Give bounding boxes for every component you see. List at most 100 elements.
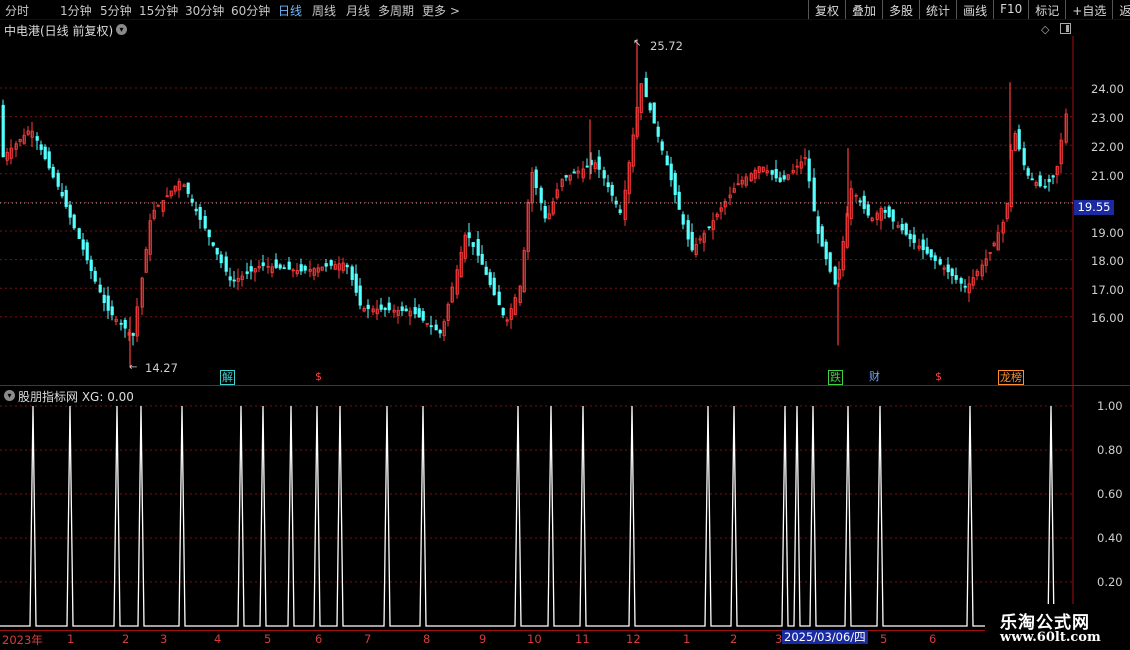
candle-body [933, 255, 937, 261]
candle-body [673, 172, 677, 195]
candle-body [211, 242, 215, 246]
event-marker-dividend[interactable]: $ [314, 370, 323, 383]
candle-body [438, 329, 442, 334]
candle-body [484, 266, 488, 275]
candle-body [1026, 168, 1030, 176]
candle-body [194, 208, 198, 212]
indicator-chart[interactable] [0, 386, 1130, 630]
date-label: 2023年 [2, 633, 43, 647]
period-tab-15min[interactable]: 15分钟 [139, 2, 178, 19]
mark-button[interactable]: 标记 [1028, 0, 1065, 19]
candle-body [812, 177, 816, 212]
candle-body [488, 272, 492, 285]
candle-body [564, 175, 568, 178]
period-tab-1min[interactable]: 1分钟 [60, 2, 92, 19]
candle-body [245, 271, 249, 274]
back-button[interactable]: 返回 [1112, 0, 1130, 19]
candle-body [959, 278, 963, 284]
adjust-button[interactable]: 复权 [808, 0, 845, 19]
candle-body [413, 307, 417, 315]
candle-body [417, 308, 421, 318]
multi-stock-button[interactable]: 多股 [882, 0, 919, 19]
window-toggle-icon[interactable] [1060, 23, 1071, 34]
candle-body [467, 232, 471, 239]
candle-body [883, 210, 887, 213]
price-axis-label: 21.00 [1091, 169, 1124, 183]
candle-body [249, 266, 253, 272]
candle-body [543, 205, 547, 219]
period-tab-weekly[interactable]: 周线 [312, 2, 336, 19]
candle-body [912, 234, 916, 243]
candle-body [862, 195, 866, 209]
candle-body [329, 260, 333, 266]
xg-signal-line [0, 405, 1073, 627]
diamond-icon[interactable]: ◇ [1041, 23, 1049, 36]
candle-body [774, 169, 778, 179]
candle-body [278, 264, 282, 269]
candle-body [677, 191, 681, 210]
candle-body [929, 249, 933, 258]
event-marker-unlock[interactable]: 解 [220, 370, 235, 385]
event-marker-finance[interactable]: 财 [868, 370, 881, 383]
candle-body [652, 102, 656, 124]
date-label: 2 [122, 632, 130, 646]
candle-body [539, 187, 543, 204]
event-marker-dividend[interactable]: $ [934, 370, 943, 383]
event-marker-dragon-list[interactable]: 龙榜 [998, 370, 1024, 385]
period-tab-daily[interactable]: 日线 [278, 2, 302, 19]
price-axis-label: 24.00 [1091, 82, 1124, 96]
candle-body [770, 170, 774, 175]
high-arrow-icon: ↖ [633, 38, 641, 49]
candle-body [56, 172, 60, 187]
overlay-button[interactable]: 叠加 [845, 0, 882, 19]
draw-line-button[interactable]: 画线 [956, 0, 993, 19]
low-price-label: 14.27 [145, 361, 178, 375]
candle-body [387, 302, 391, 311]
candle-body [606, 182, 610, 188]
indicator-axis-label: 0.60 [1097, 487, 1123, 501]
candle-body [1038, 175, 1042, 187]
statistics-button[interactable]: 统计 [919, 0, 956, 19]
candle-body [274, 259, 278, 268]
price-axis-label: 18.00 [1091, 254, 1124, 268]
candle-body [492, 277, 496, 296]
candle-body [287, 261, 291, 270]
candle-body [921, 239, 925, 251]
period-tab-30min[interactable]: 30分钟 [185, 2, 224, 19]
candle-body [156, 204, 160, 207]
date-label: 1 [683, 632, 691, 646]
period-tab-monthly[interactable]: 月线 [346, 2, 370, 19]
candle-body [379, 304, 383, 310]
candle-body [963, 285, 967, 288]
event-marker-drop[interactable]: 跌 [828, 370, 843, 385]
candle-body [85, 242, 89, 261]
candle-body [887, 206, 891, 218]
candle-body [782, 175, 786, 180]
period-tab-5min[interactable]: 5分钟 [100, 2, 132, 19]
candle-body [35, 136, 39, 141]
f10-button[interactable]: F10 [993, 0, 1028, 19]
candle-body [925, 246, 929, 254]
price-axis-label: 22.00 [1091, 140, 1124, 154]
candle-body [669, 163, 673, 181]
period-tab-intraday[interactable]: 分时 [5, 2, 29, 19]
candle-body [60, 191, 64, 197]
candle-body [908, 233, 912, 240]
candle-body [119, 322, 123, 325]
add-watchlist-button[interactable]: +自选 [1065, 0, 1112, 19]
date-label: 1 [67, 632, 75, 646]
candle-body [358, 285, 362, 306]
period-tab-60min[interactable]: 60分钟 [231, 2, 270, 19]
candle-body [644, 77, 648, 98]
candle-body [904, 223, 908, 235]
candle-body [64, 189, 68, 207]
candle-body [106, 295, 110, 311]
period-tab-more[interactable]: 更多 > [422, 2, 460, 19]
chevron-down-icon[interactable]: ▾ [116, 24, 127, 35]
candle-body [648, 103, 652, 111]
kline-chart[interactable]: 25.72 ↖ 14.27 ← [0, 36, 1130, 386]
period-tab-multi[interactable]: 多周期 [378, 2, 414, 19]
candle-body [946, 264, 950, 273]
candle-body [824, 241, 828, 260]
candle-body [833, 266, 837, 285]
